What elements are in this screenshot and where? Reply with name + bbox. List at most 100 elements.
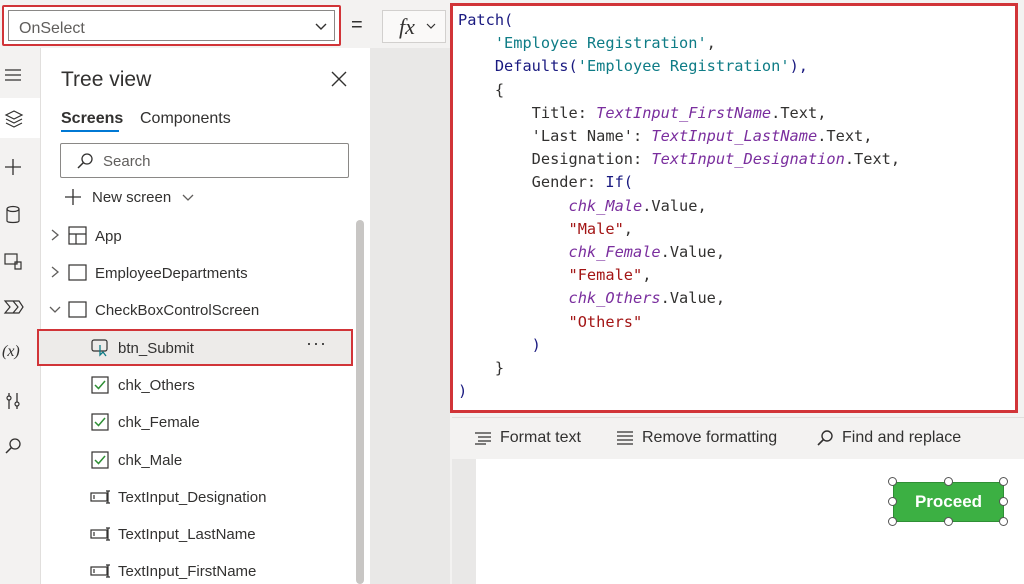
code-line: Designation: TextInput_Designation.Text, [458,148,900,171]
code-line: chk_Male.Value, [458,195,900,218]
variables-icon[interactable]: (x) [2,343,20,361]
resize-handle[interactable] [999,517,1008,526]
code-token: { [458,80,505,99]
checkbox-control-icon [91,451,109,469]
code-token: .Text, [844,150,901,169]
chevron-right-icon[interactable] [49,265,61,279]
tab-selected-indicator [61,130,119,132]
tab-components[interactable]: Components [140,110,231,128]
code-token: 'Employee Registration' [494,34,707,53]
code-token: ), [789,57,808,76]
search-icon [77,153,93,169]
tools-icon[interactable] [2,390,24,412]
code-line: Gender: If( [458,171,900,194]
remove-formatting-button[interactable]: Remove formatting [616,429,777,447]
code-token: Patch( [458,11,514,29]
formula-editor[interactable]: Patch( 'Employee Registration', Defaults… [450,3,1018,413]
code-line: 'Employee Registration', [458,32,900,55]
format-text-icon [475,432,491,445]
tree-node-textinput-lastname[interactable]: TextInput_LastName [118,526,256,543]
formula-code[interactable]: Patch( 'Employee Registration', Defaults… [458,9,900,403]
layers-icon [4,110,24,128]
property-dropdown[interactable]: OnSelect [2,5,341,46]
code-token: 'Employee Registration' [577,57,790,76]
plus-icon[interactable] [2,156,24,178]
tree-node-chk-female[interactable]: chk_Female [118,414,200,431]
fx-icon: fx [399,14,415,39]
code-token: .Text, [817,127,873,146]
resize-handle[interactable] [999,497,1008,506]
code-line: Defaults('Employee Registration'), [458,55,900,78]
search-input[interactable]: Search [60,143,349,178]
hamburger-menu-icon[interactable] [2,64,24,86]
tree-node-app[interactable]: App [95,228,122,245]
code-line: ) [458,334,900,357]
code-token: "Female" [568,266,643,285]
code-line: chk_Female.Value, [458,241,900,264]
code-line: "Male", [458,218,900,241]
code-token: chk_Others [568,289,661,308]
find-replace-button[interactable]: Find and replace [816,429,961,447]
proceed-button[interactable]: Proceed [893,482,1004,522]
screen-icon [68,301,87,318]
code-token: Gender: [458,173,606,192]
left-rail: (x) [0,48,41,584]
power-automate-icon[interactable] [2,296,24,318]
chevron-right-icon[interactable] [49,228,61,242]
tree-node-btn-submit[interactable]: btn_Submit [118,340,194,357]
code-token: "Others" [568,312,643,331]
close-icon[interactable] [330,70,348,88]
code-token: TextInput_Designation [651,150,845,169]
format-text-button[interactable]: Format text [474,429,581,447]
tree-node-textinput-designation[interactable]: TextInput_Designation [118,489,266,506]
code-token: .Text, [771,103,827,122]
formula-toolbar: Format text Remove formatting Find and r… [452,417,1024,459]
code-line: } [458,357,900,380]
fx-button[interactable]: fx [382,10,446,43]
code-token: , [706,34,716,53]
tree-node-textinput-firstname[interactable]: TextInput_FirstName [118,563,256,580]
resize-handle[interactable] [888,497,897,506]
canvas-background [370,48,450,584]
format-text-label: Format text [500,429,581,446]
code-line: { [458,79,900,102]
tree-node-employee-departments[interactable]: EmployeeDepartments [95,265,248,282]
tree-node-chk-others[interactable]: chk_Others [118,377,195,394]
tree-view-title: Tree view [61,68,152,91]
code-token: .Value, [660,289,726,308]
search-icon[interactable] [2,436,24,458]
resize-handle[interactable] [888,477,897,486]
tree-node-chk-male[interactable]: chk_Male [118,452,182,469]
chevron-down-icon[interactable] [48,304,62,316]
resize-handle[interactable] [944,477,953,486]
tab-screens[interactable]: Screens [61,110,123,128]
code-token: .Value, [660,243,726,262]
tree-scrollbar[interactable] [356,220,364,584]
database-icon[interactable] [2,204,24,226]
resize-handle[interactable] [944,517,953,526]
resize-handle[interactable] [888,517,897,526]
more-options-icon[interactable]: ··· [306,333,327,354]
property-value: OnSelect [19,20,85,37]
code-token: chk_Female [568,243,661,262]
new-screen-button[interactable]: New screen [64,188,195,206]
code-line: 'Last Name': TextInput_LastName.Text, [458,125,900,148]
tree-node-checkbox-screen[interactable]: CheckBoxControlScreen [95,302,259,319]
remove-formatting-label: Remove formatting [642,429,778,446]
code-token: TextInput_FirstName [596,103,772,122]
code-token: , [623,219,633,238]
code-token: , [642,266,652,285]
code-token: Title: [458,103,597,122]
resize-handle[interactable] [999,477,1008,486]
text-input-icon [90,490,110,504]
equals-sign: = [351,14,363,36]
find-replace-label: Find and replace [842,429,962,446]
media-icon[interactable] [2,250,24,272]
plus-icon [65,189,81,205]
